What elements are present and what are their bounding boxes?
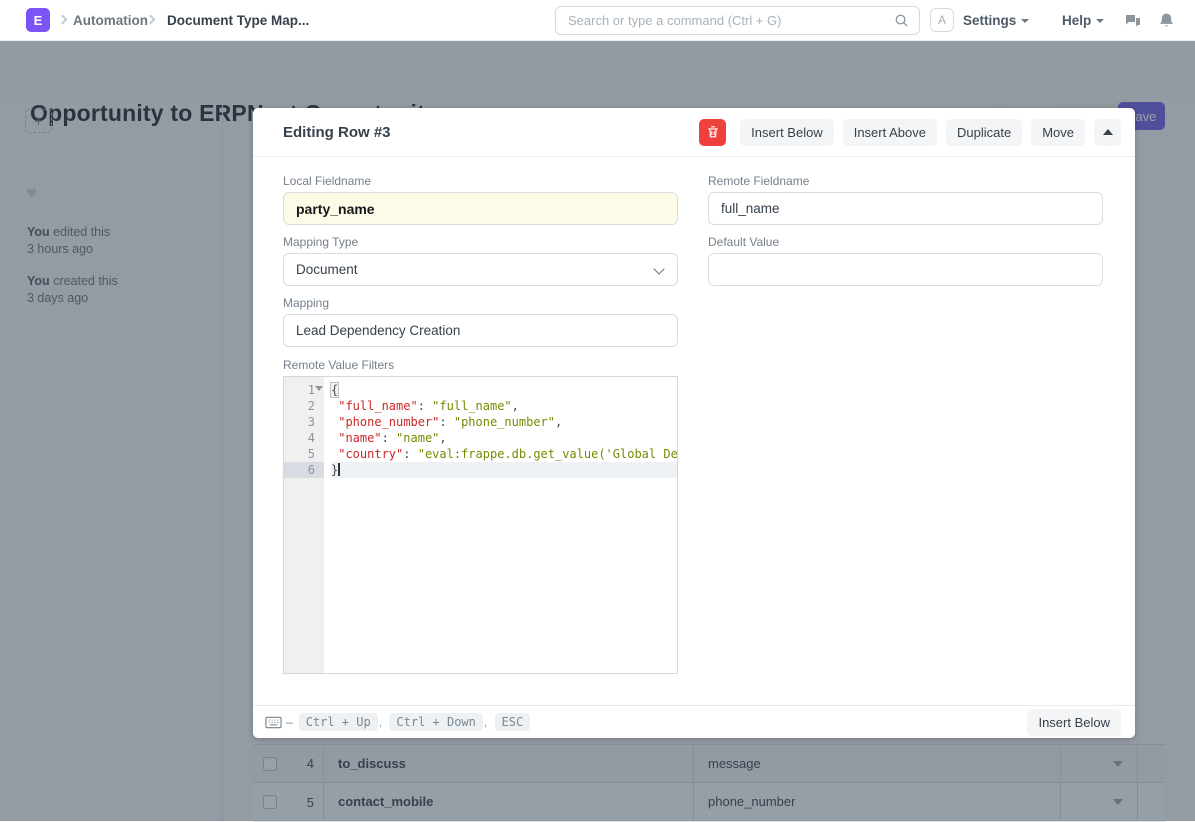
code-line-number: 6: [284, 462, 324, 478]
default-value-label: Default Value: [708, 235, 779, 249]
code-token: ,: [439, 431, 446, 445]
kbd-shortcut: Ctrl + Up: [299, 713, 378, 731]
code-content[interactable]: { "full_name": "full_name", "phone_numbe…: [324, 377, 677, 673]
dash-separator: –: [286, 715, 293, 729]
code-line[interactable]: {: [331, 382, 677, 398]
kbd-shortcut: Ctrl + Down: [389, 713, 482, 731]
remote-fieldname-input[interactable]: [708, 192, 1103, 225]
code-token: "phone_number": [338, 415, 439, 429]
insert-above-button[interactable]: Insert Above: [843, 119, 937, 146]
code-token: "name": [396, 431, 439, 445]
caret-down-icon: [1096, 19, 1104, 23]
insert-below-footer-button[interactable]: Insert Below: [1027, 709, 1121, 736]
bell-icon[interactable]: [1158, 12, 1175, 30]
insert-below-top-button[interactable]: Insert Below: [740, 119, 834, 146]
code-token: }: [331, 463, 338, 477]
navbar: E Automation Document Type Map... A Sett…: [0, 0, 1195, 41]
chevron-down-icon: [653, 263, 664, 274]
remote-value-filters-label: Remote Value Filters: [283, 358, 394, 372]
settings-menu[interactable]: Settings: [963, 13, 1029, 28]
code-line[interactable]: "full_name": "full_name",: [331, 398, 677, 414]
keyboard-icon: [265, 716, 282, 729]
remote-fieldname-label: Remote Fieldname: [708, 174, 809, 188]
edit-row-footer: – Ctrl + Up, Ctrl + Down, ESC Insert Bel…: [253, 705, 1135, 738]
edit-row-actions: Insert Below Insert Above Duplicate Move: [699, 119, 1121, 146]
trash-icon: [706, 125, 720, 139]
search-input[interactable]: [568, 7, 888, 34]
mapping-input[interactable]: [283, 314, 678, 347]
erpnext-logo[interactable]: E: [26, 8, 50, 32]
chat-icon[interactable]: [1124, 12, 1142, 30]
caret-down-icon: [1021, 19, 1029, 23]
code-token: "name": [338, 431, 381, 445]
code-token: :: [439, 415, 453, 429]
edit-row-header: Editing Row #3 Insert Below Insert Above…: [253, 108, 1135, 157]
move-button[interactable]: Move: [1031, 119, 1085, 146]
code-token: "phone_number": [454, 415, 555, 429]
code-token: {: [331, 383, 338, 397]
code-line[interactable]: "name": "name",: [331, 430, 677, 446]
mapping-label: Mapping: [283, 296, 329, 310]
code-line-number: 3: [284, 414, 324, 430]
code-line[interactable]: }: [331, 462, 677, 478]
code-token: "full_name": [432, 399, 511, 413]
code-token: "eval:frappe.db.get_value('Global Def: [418, 447, 677, 461]
delete-row-button[interactable]: [699, 119, 726, 146]
code-token: ,: [555, 415, 562, 429]
keyboard-shortcuts: Ctrl + Up, Ctrl + Down, ESC: [299, 713, 531, 731]
search-icon: [894, 13, 909, 28]
default-value-input[interactable]: [708, 253, 1103, 286]
mapping-type-label: Mapping Type: [283, 235, 358, 249]
edit-row-title: Editing Row #3: [283, 124, 699, 141]
mapping-type-select[interactable]: Document: [283, 253, 678, 286]
fold-caret-icon[interactable]: [315, 386, 323, 391]
code-line-number: 4: [284, 430, 324, 446]
kbd-shortcut: ESC: [495, 713, 531, 731]
local-fieldname-input[interactable]: [283, 192, 678, 225]
edit-row-modal: Editing Row #3 Insert Below Insert Above…: [253, 108, 1135, 738]
code-token: "country": [338, 447, 403, 461]
code-line-number: 1: [284, 382, 324, 398]
code-line-number: 5: [284, 446, 324, 462]
code-line[interactable]: "phone_number": "phone_number",: [331, 414, 677, 430]
code-line-number: 2: [284, 398, 324, 414]
remote-value-filters-editor[interactable]: 123456 { "full_name": "full_name", "phon…: [283, 376, 678, 674]
avatar[interactable]: A: [930, 8, 954, 32]
code-token: :: [382, 431, 396, 445]
code-token: :: [403, 447, 417, 461]
shortcut-separator: ,: [484, 715, 491, 729]
shortcut-separator: ,: [379, 715, 386, 729]
code-gutter: 123456: [284, 377, 324, 673]
local-fieldname-label: Local Fieldname: [283, 174, 371, 188]
code-token: ,: [512, 399, 519, 413]
global-search[interactable]: [555, 6, 920, 35]
breadcrumb-doctype-map[interactable]: Document Type Map...: [167, 13, 309, 28]
code-token: :: [418, 399, 432, 413]
duplicate-button[interactable]: Duplicate: [946, 119, 1022, 146]
code-token: "full_name": [338, 399, 417, 413]
collapse-row-button[interactable]: [1094, 119, 1121, 146]
breadcrumb-chevron-icon: [58, 15, 68, 25]
text-cursor: [338, 463, 340, 476]
help-menu[interactable]: Help: [1062, 13, 1104, 28]
code-line[interactable]: "country": "eval:frappe.db.get_value('Gl…: [331, 446, 677, 462]
breadcrumb-automation[interactable]: Automation: [73, 13, 148, 28]
collapse-triangle-icon: [1103, 129, 1113, 135]
